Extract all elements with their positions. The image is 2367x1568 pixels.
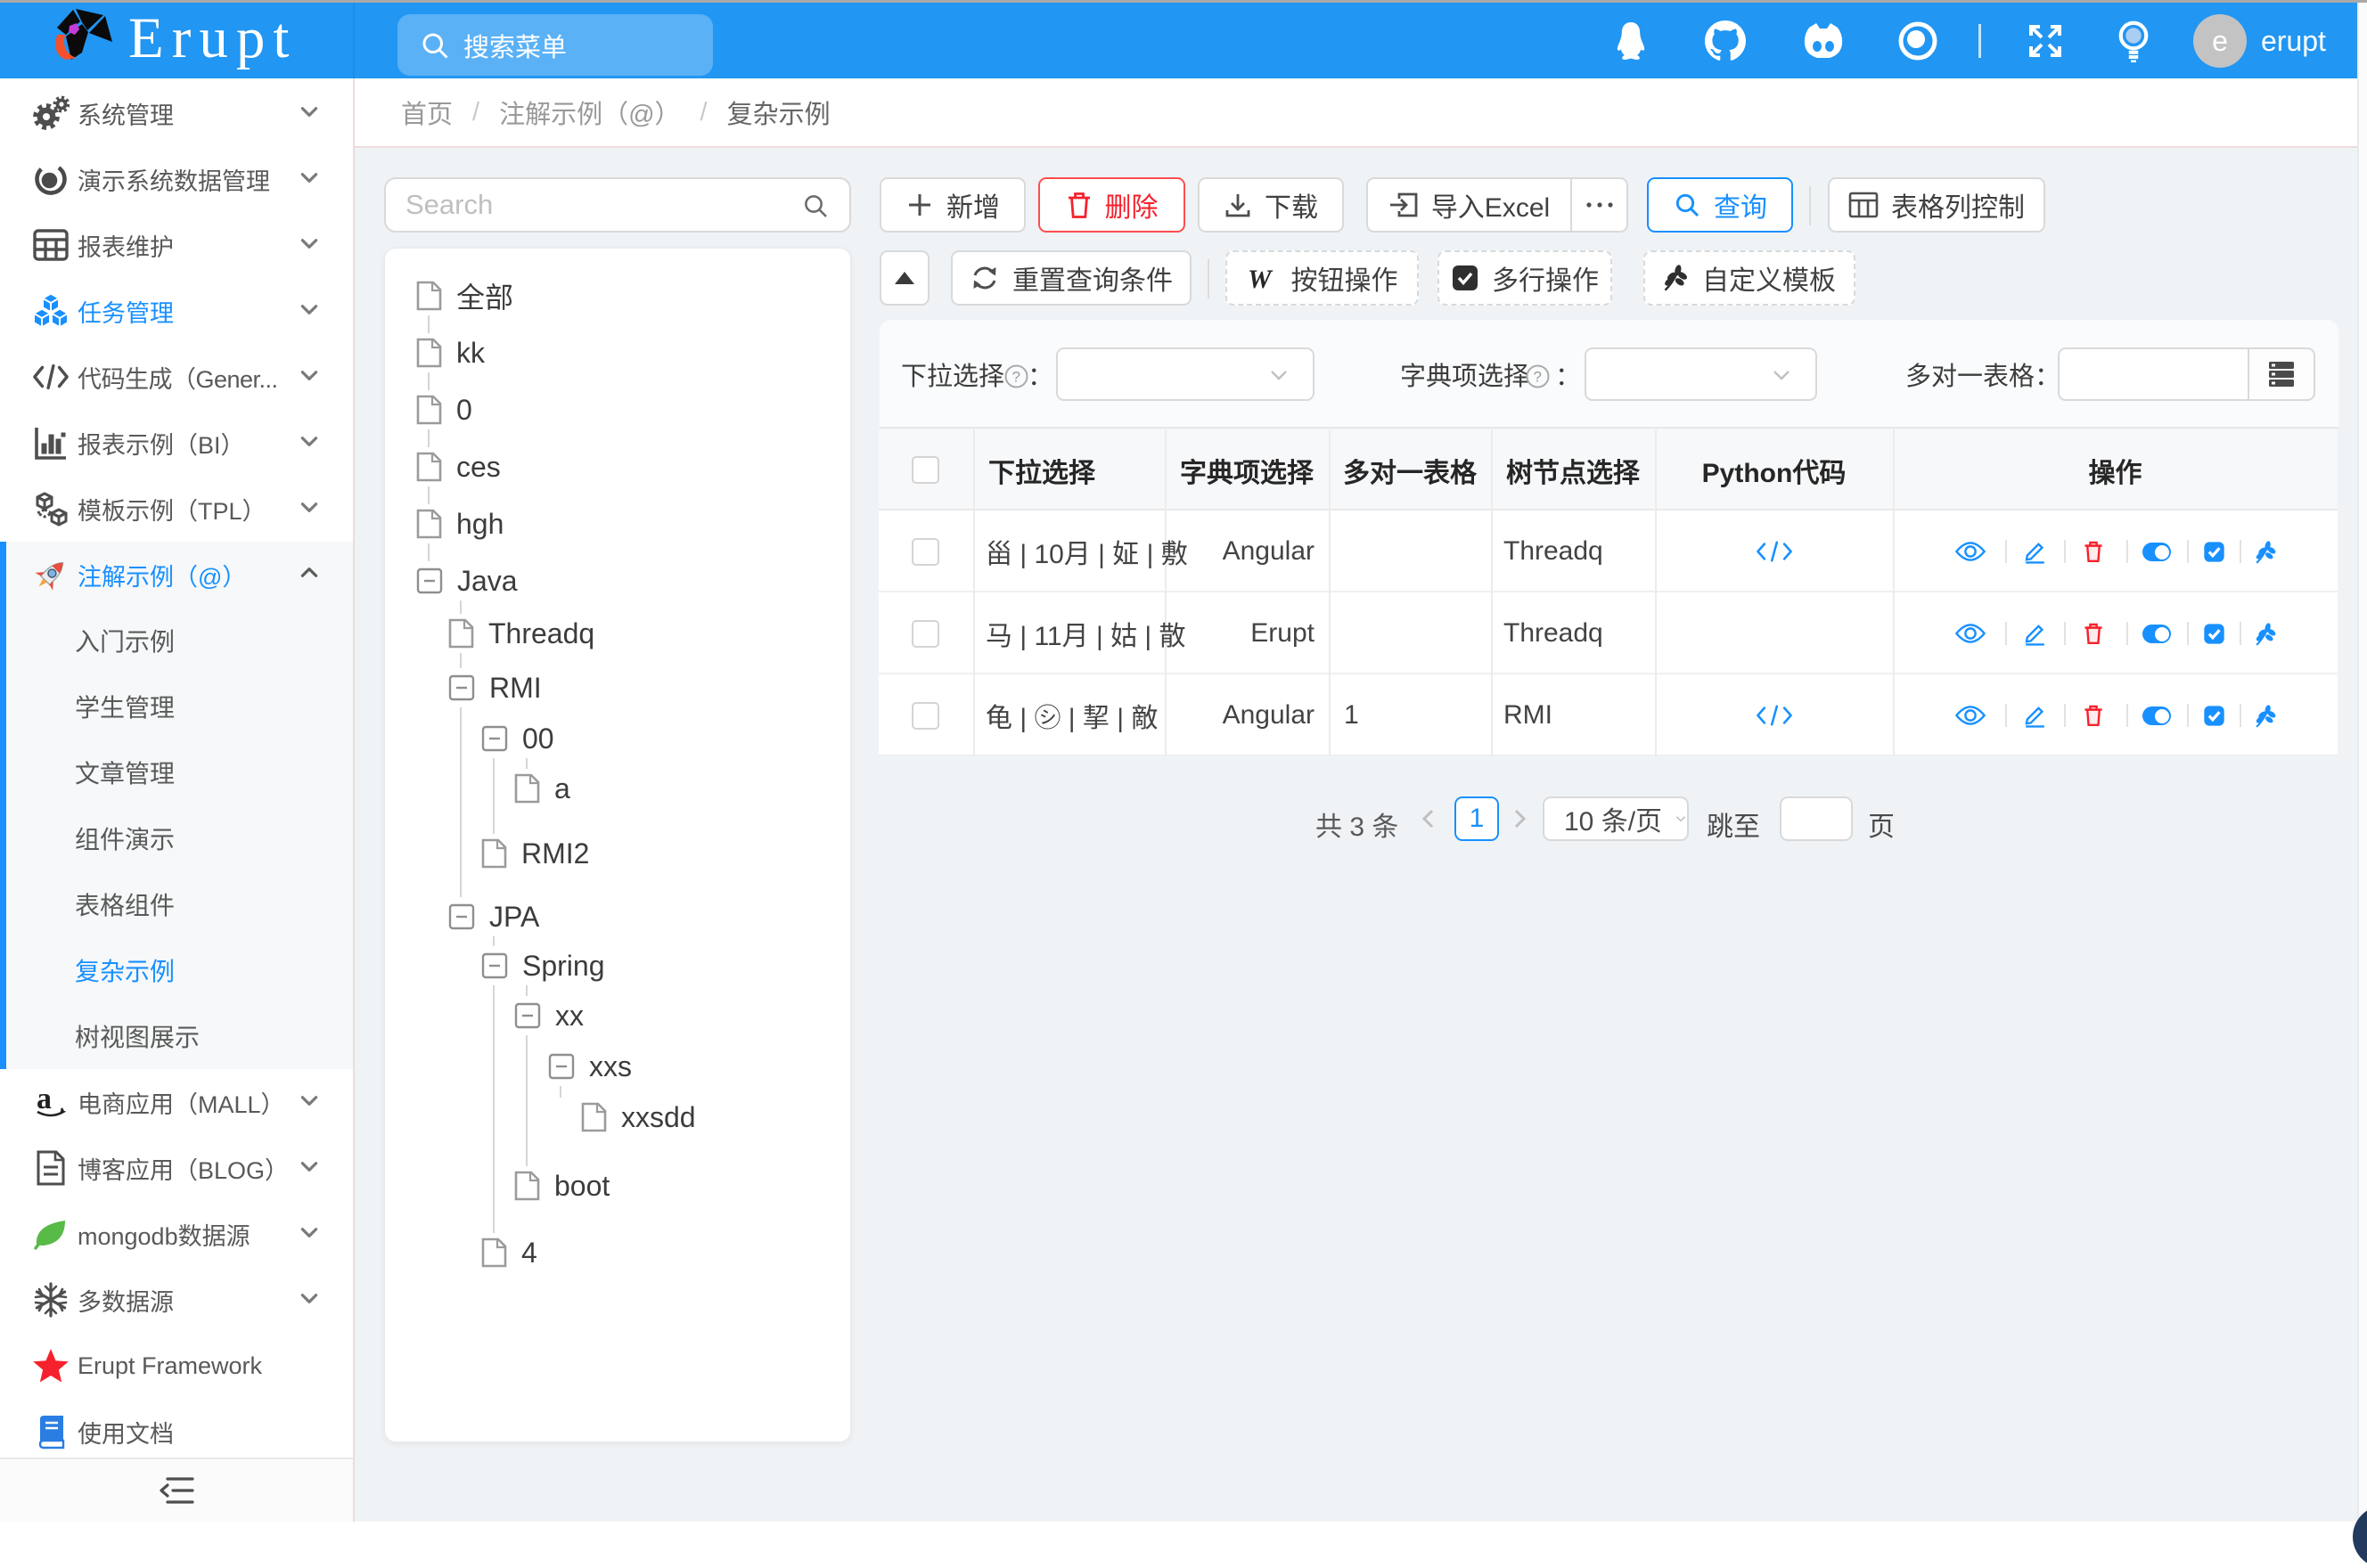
svg-text:W: W [1248, 265, 1274, 291]
svg-text:?: ? [1534, 369, 1542, 386]
svg-text:?: ? [1012, 369, 1020, 386]
svg-text:a: a [37, 1084, 52, 1115]
